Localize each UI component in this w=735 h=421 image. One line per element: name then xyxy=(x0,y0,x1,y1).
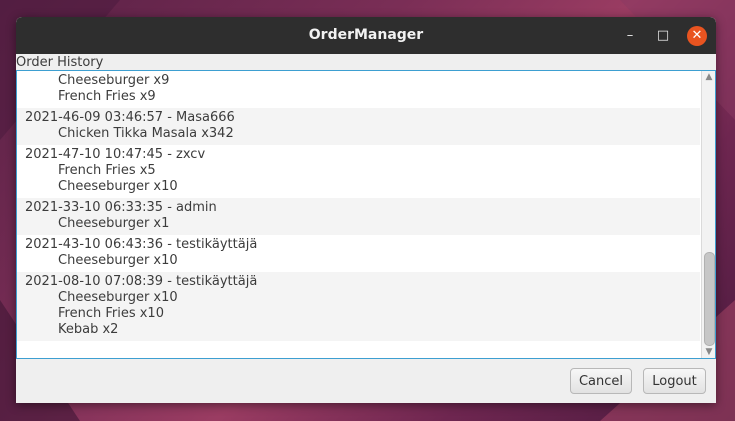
order-header: 2021-33-10 06:33:35 - admin xyxy=(25,200,217,215)
order-header: 2021-46-09 03:46:57 - Masa666 xyxy=(25,110,235,125)
order-entry[interactable]: 2021-08-10 07:08:39 - testikäyttäjä Chees… xyxy=(17,272,700,341)
cancel-button[interactable]: Cancel xyxy=(570,368,632,394)
scroll-up-icon[interactable]: ▲ xyxy=(702,72,715,82)
order-item: Cheeseburger x10 xyxy=(58,290,178,305)
scroll-down-icon[interactable]: ▼ xyxy=(702,347,715,357)
window-title: OrderManager xyxy=(308,27,424,43)
order-history-list[interactable]: Cheeseburger x9 French Fries x9 2021-46-09… xyxy=(16,70,716,359)
order-item: French Fries x10 xyxy=(58,306,164,321)
order-entry[interactable]: 2021-47-10 10:47:45 - zxcv French Fries x… xyxy=(17,145,700,198)
order-header: 2021-47-10 10:47:45 - zxcv xyxy=(25,147,206,162)
scrollbar-thumb[interactable] xyxy=(704,252,715,346)
order-entry[interactable]: 2021-33-10 06:33:35 - admin Cheeseburger … xyxy=(17,198,700,235)
order-item: Chicken Tikka Masala x342 xyxy=(58,126,234,141)
order-header: 2021-08-10 07:08:39 - testikäyttäjä xyxy=(25,274,258,289)
order-entry[interactable]: 2021-46-09 03:46:57 - Masa666 Chicken Tik… xyxy=(17,108,700,145)
order-item: Kebab x2 xyxy=(58,322,119,337)
logout-button[interactable]: Logout xyxy=(643,368,706,394)
order-manager-window: OrderManager – □ ✕ Order History Cheeseb… xyxy=(16,17,716,403)
order-item: Cheeseburger x10 xyxy=(58,179,178,194)
order-item: Cheeseburger x1 xyxy=(58,216,170,231)
title-bar[interactable]: OrderManager – □ ✕ xyxy=(16,17,716,54)
order-item: Cheeseburger x9 xyxy=(58,73,170,88)
close-icon[interactable]: ✕ xyxy=(687,26,707,46)
vertical-scrollbar[interactable]: ▲ ▼ xyxy=(701,71,715,358)
minimize-icon[interactable]: – xyxy=(620,26,640,46)
order-history-label: Order History xyxy=(16,55,104,70)
order-entry[interactable]: 2021-43-10 06:43:36 - testikäyttäjä Chees… xyxy=(17,235,700,272)
order-list-content: Cheeseburger x9 French Fries x9 2021-46-09… xyxy=(17,71,700,341)
order-item: French Fries x9 xyxy=(58,89,156,104)
order-item: French Fries x5 xyxy=(58,163,156,178)
order-entry[interactable]: Cheeseburger x9 French Fries x9 xyxy=(17,71,700,108)
order-header: 2021-43-10 06:43:36 - testikäyttäjä xyxy=(25,237,258,252)
maximize-icon[interactable]: □ xyxy=(653,26,673,46)
order-item: Cheeseburger x10 xyxy=(58,253,178,268)
